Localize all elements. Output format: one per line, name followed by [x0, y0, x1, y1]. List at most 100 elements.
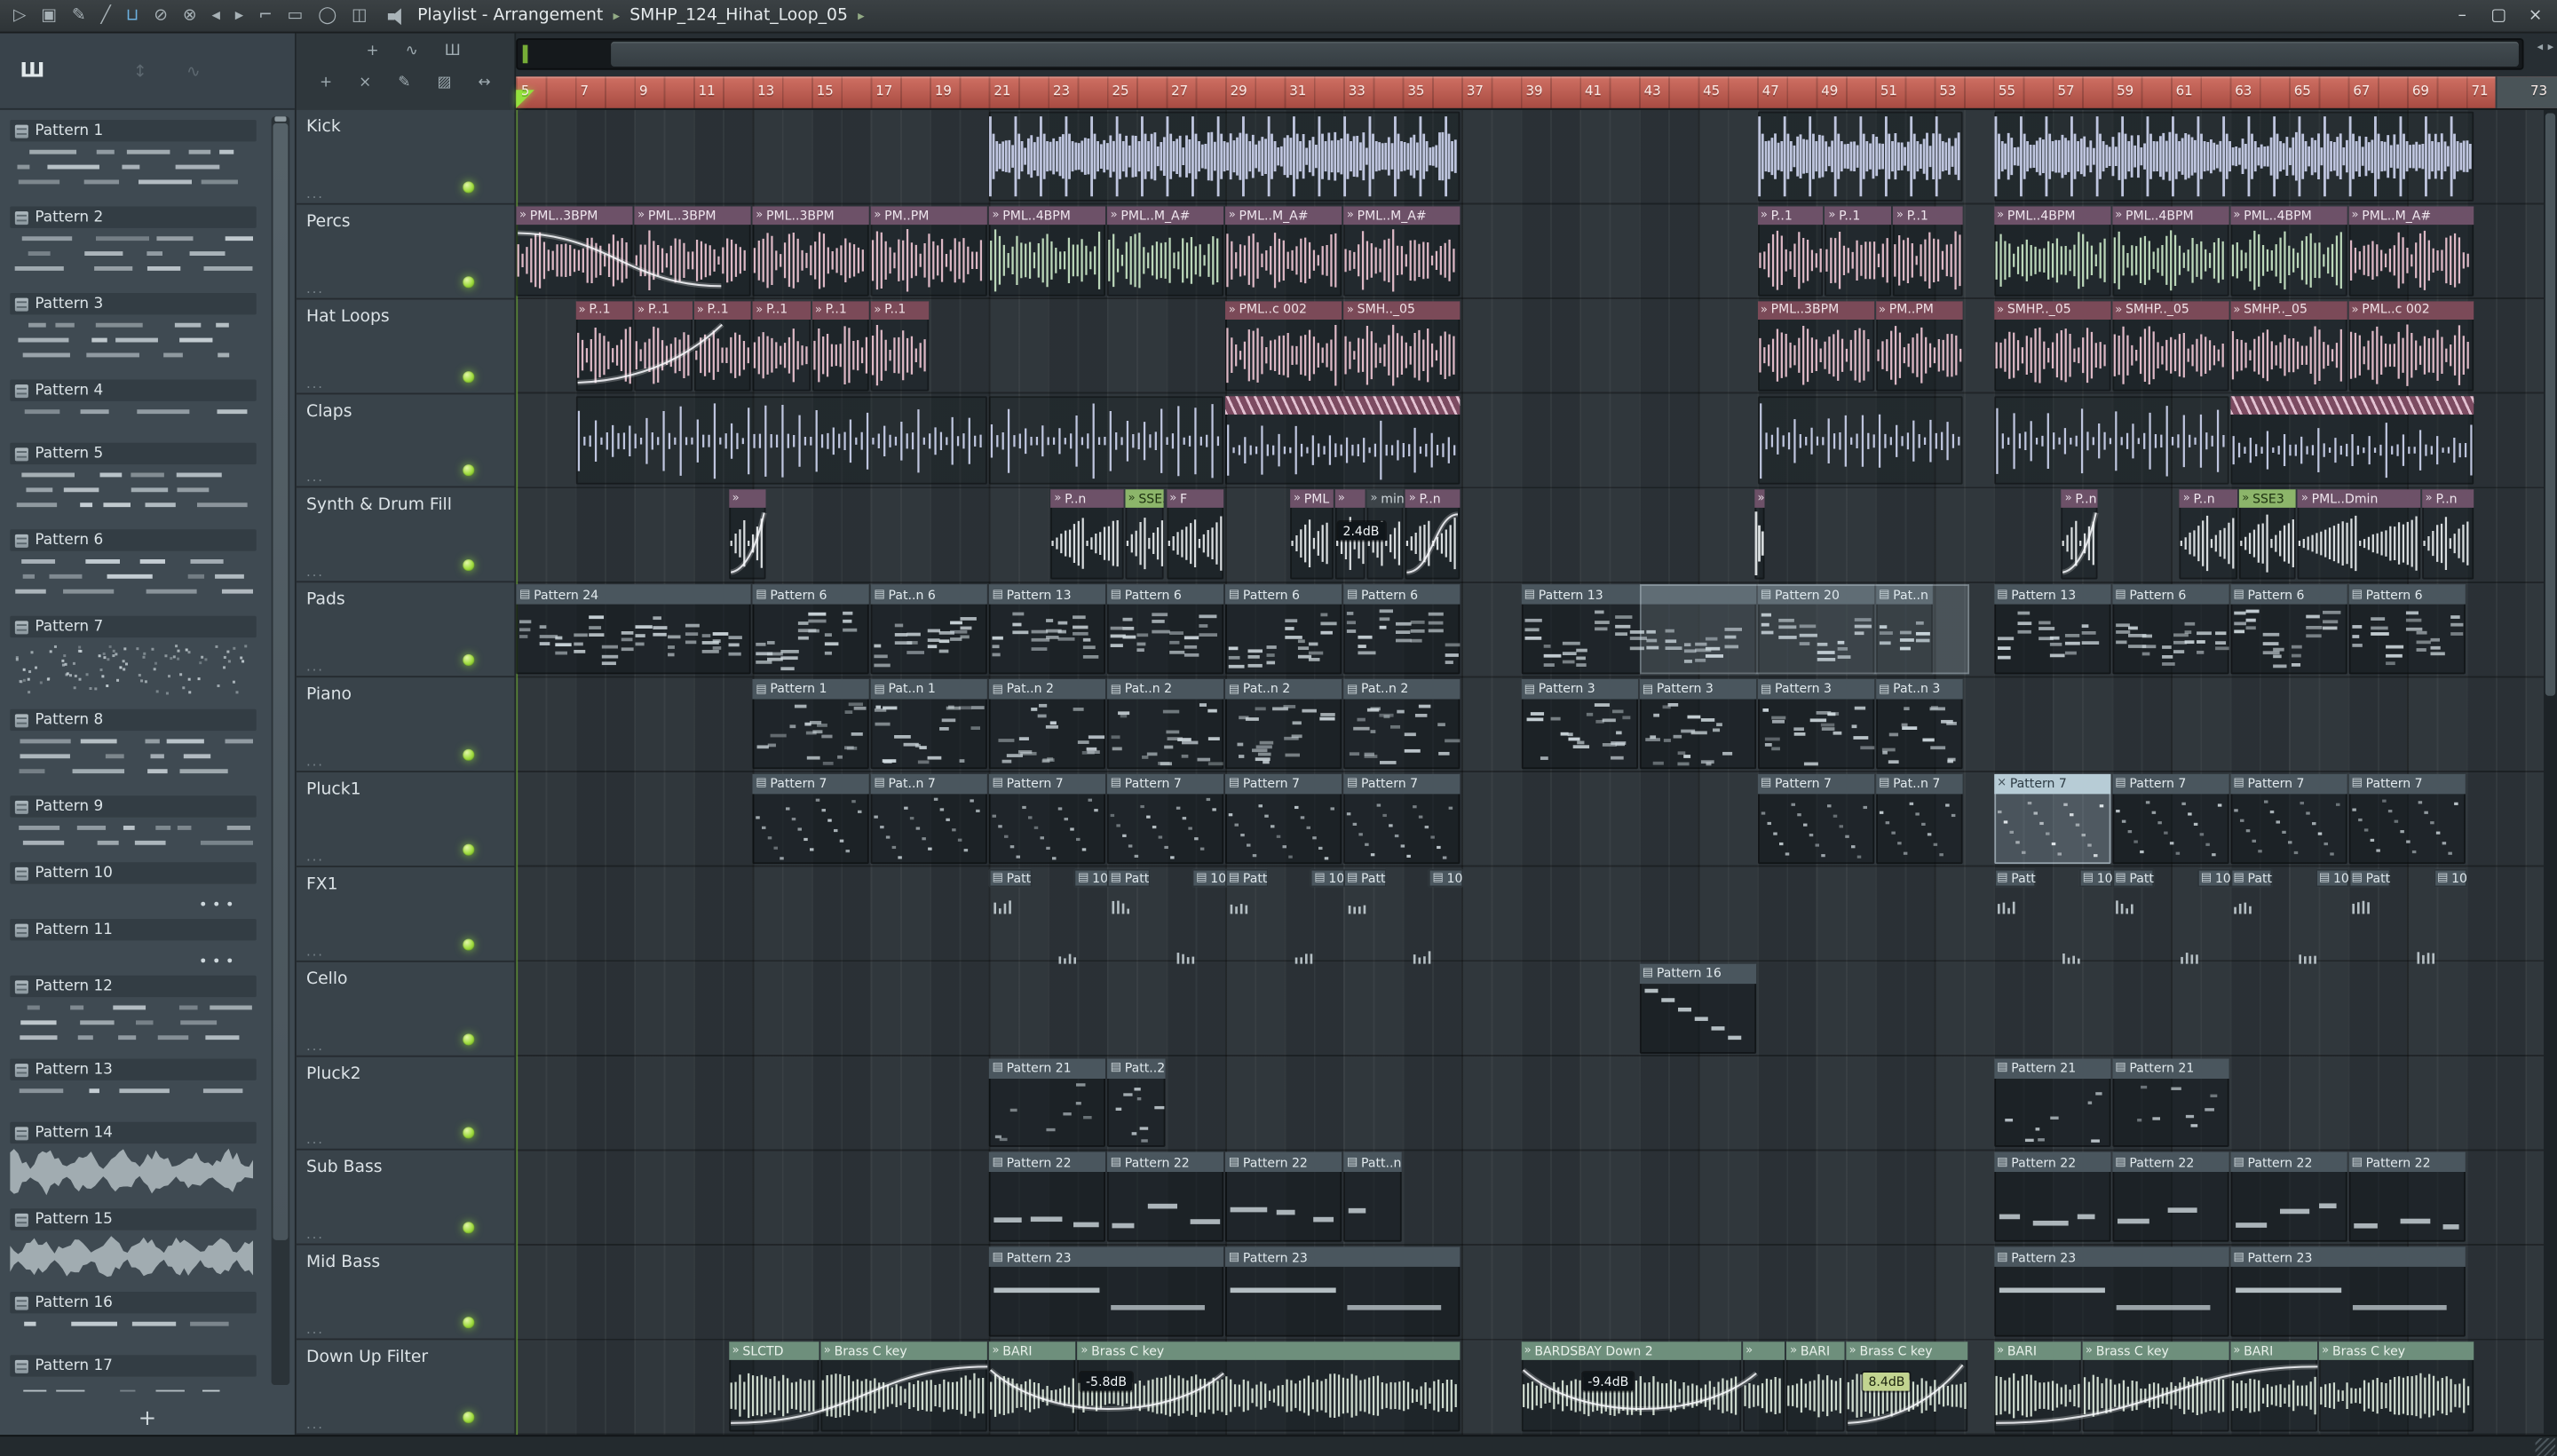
scrollbar-thumb[interactable] — [2545, 113, 2556, 696]
pattern-clip-pattern-7[interactable]: ▤ Pattern 7 — [752, 773, 869, 864]
pattern-clip-patt-21[interactable]: ▤Patt..21 — [1106, 1057, 1165, 1148]
overview-scrollbar[interactable] — [516, 38, 2524, 70]
pattern-clip-pattern-3[interactable]: ▤ Pattern 3 — [1638, 679, 1756, 770]
pattern-clip-10[interactable]: ▤ 10 — [1074, 868, 1109, 888]
vertical-scrollbar[interactable] — [2544, 109, 2557, 1436]
audio-clip-pml-4bpm[interactable]: » PML..4BPM — [1993, 206, 2110, 297]
pattern-length-icon[interactable]: Ш — [445, 44, 461, 60]
pattern-clip-10[interactable]: ▤ 10 — [2434, 868, 2468, 888]
track-enable-led[interactable] — [463, 559, 475, 572]
pattern-clip-pattern-22[interactable]: ▤ Pattern 22 — [1993, 1152, 2110, 1243]
pattern-clip-pattern-21[interactable]: ▤ Pattern 21 — [988, 1057, 1105, 1148]
audio-clip-pml-4bpm[interactable]: » PML..4BPM — [2229, 206, 2347, 297]
pattern-clip-pattern-6[interactable]: ▤ Pattern 6 — [2347, 584, 2465, 675]
audio-clip[interactable] — [988, 111, 1461, 202]
pattern-clip-pattern-23[interactable]: ▤ Pattern 23 — [2229, 1246, 2465, 1337]
pattern-clip-pat-n-7[interactable]: ▤ Pat..n 7 — [1875, 773, 1963, 864]
audio-clip-pml-m-a[interactable]: » PML..M_A# — [1343, 206, 1461, 297]
sort-icon[interactable]: ↕ — [133, 63, 147, 82]
meter-icon[interactable]: ◫ — [352, 7, 368, 24]
audio-clip-brass-c-key[interactable]: » Brass C key -5.8dB — [1077, 1341, 1461, 1432]
track-header-fx1[interactable]: FX1... — [296, 867, 515, 962]
track-enable-led[interactable] — [463, 275, 475, 288]
audio-clip-pml-m-a[interactable]: » PML..M_A# — [1225, 206, 1342, 297]
pattern-list-scrollbar[interactable] — [271, 116, 290, 1385]
pattern-clip-pattern-7[interactable]: ▤ Pattern 7 — [2229, 773, 2347, 864]
track-header-hat-loops[interactable]: Hat Loops... — [296, 299, 515, 394]
pattern-clip-pattern-7[interactable]: ▤ Pattern 7 — [1343, 773, 1461, 864]
track-options[interactable]: ... — [306, 281, 324, 296]
track-options[interactable]: ... — [306, 471, 324, 486]
magnet-icon[interactable]: ⊔ — [126, 7, 139, 24]
audio-clip-smhp-05[interactable]: » SMHP.._05 — [2229, 300, 2347, 391]
track-header-down-up-filter[interactable]: Down Up Filter... — [296, 1341, 515, 1436]
slip-tool-icon[interactable]: ↔ — [478, 75, 490, 91]
mute-icon[interactable]: ⊗ — [183, 7, 197, 24]
audio-clip[interactable] — [1993, 111, 2474, 202]
track-header-pluck2[interactable]: Pluck2... — [296, 1056, 515, 1151]
pattern-list-item-11[interactable]: Pattern 11 — [7, 915, 260, 967]
audio-clip-pml[interactable]: » PML — [1290, 490, 1334, 580]
pattern-list-item-14[interactable]: Pattern 14 — [7, 1119, 260, 1200]
audio-clip-pml-3bpm[interactable]: » PML..3BPM — [634, 206, 751, 297]
track-enable-led[interactable] — [463, 370, 475, 383]
audio-clip-p-1[interactable]: » P..1 — [752, 300, 811, 391]
audio-clip-sse3[interactable]: »SSE3 — [1124, 490, 1165, 580]
track-options[interactable]: ... — [306, 1322, 324, 1337]
audio-clip[interactable] — [1993, 395, 2228, 486]
audio-clip-p-n[interactable]: » P..n — [2061, 490, 2100, 580]
audio-clip-p-1[interactable]: » P..1 — [870, 300, 929, 391]
pattern-clip-pat-n-2[interactable]: ▤ Pat..n 2 — [1106, 679, 1224, 770]
audio-clip-brass-c-key[interactable]: » Brass C key — [2082, 1341, 2228, 1432]
playlist-grid[interactable]: » PML..3BPM» PML..3BPM» PML..3BPM» PM..PM» PM… — [516, 109, 2557, 1436]
close-button[interactable]: × — [2517, 7, 2553, 26]
audio-clip-bari[interactable]: » BARI — [1786, 1341, 1845, 1432]
audio-clip-p-1[interactable]: » P..1 — [634, 300, 693, 391]
track-header-piano[interactable]: Piano... — [296, 677, 515, 772]
audio-clip-pml-3bpm[interactable]: » PML..3BPM — [516, 206, 633, 297]
pattern-list-item-2[interactable]: Pattern 2 — [7, 203, 266, 285]
track-enable-led[interactable] — [463, 1317, 475, 1329]
audio-clip-pm-pm[interactable]: » PM..PM — [870, 206, 987, 297]
window-icon[interactable]: ▣ — [41, 7, 57, 24]
track-header-pads[interactable]: Pads... — [296, 583, 515, 678]
pattern-list-item-4[interactable]: Pattern 4 — [7, 376, 260, 435]
pattern-clip-pattern-3[interactable]: ▤ Pattern 3 — [1757, 679, 1876, 770]
audio-clip-pml-dmin[interactable]: » PML..Dmin — [2298, 490, 2420, 580]
pattern-list-item-15[interactable]: Pattern 15 — [7, 1206, 260, 1284]
audio-clip-smhp-05[interactable]: » SMHP.._05 — [1993, 300, 2110, 391]
pattern-list-item-3[interactable]: Pattern 3 — [7, 289, 260, 371]
pattern-clip-pattern-24[interactable]: ▤ Pattern 24 — [516, 584, 751, 675]
pattern-clip-pattern-7[interactable]: × Pattern 7 — [1993, 773, 2110, 864]
audio-clip-bari[interactable]: » BARI — [988, 1341, 1076, 1432]
audio-clip-pml-c-002[interactable]: » PML..c 002 — [1225, 300, 1342, 391]
audio-clip-pm-pm[interactable]: » PM..PM — [1875, 300, 1963, 391]
audio-clip-slctd[interactable]: » SLCTD — [728, 1341, 819, 1432]
pattern-clip-pattern-6[interactable]: ▤ Pattern 6 — [1225, 584, 1342, 675]
pattern-clip-10[interactable]: ▤ 10 — [1429, 868, 1463, 888]
audio-clip-p-1[interactable]: » P..1 — [1893, 206, 1963, 297]
track-enable-led[interactable] — [463, 938, 475, 951]
audio-clip-bari[interactable]: » BARI — [2229, 1341, 2317, 1432]
track-options[interactable]: ... — [306, 754, 324, 769]
track-enable-led[interactable] — [463, 843, 475, 856]
audio-clip-p-1[interactable]: » P..1 — [574, 300, 633, 391]
pattern-clip-pattern-6[interactable]: ▤ Pattern 6 — [2229, 584, 2347, 675]
pattern-clip-patt[interactable]: ▤ Patt — [1225, 868, 1269, 888]
pattern-clip-pat-n-6[interactable]: ▤ Pat..n 6 — [870, 584, 987, 675]
audio-clip[interactable]: » — [1753, 490, 1765, 580]
pattern-clip-pat-n-7[interactable]: ▤ Pat..n 7 — [870, 773, 987, 864]
audio-clip[interactable] — [1757, 111, 1963, 202]
slide-tool-icon[interactable]: ∿ — [406, 44, 418, 60]
audio-clip-bardsbay-down-2[interactable]: » BARDSBAY Down 2 -9.4dB — [1520, 1341, 1741, 1432]
track-options[interactable]: ... — [306, 565, 324, 580]
audio-clip-p-n[interactable]: » P..n — [2421, 490, 2474, 580]
track-options[interactable]: ... — [306, 1417, 324, 1432]
pattern-list-item-7[interactable]: Pattern 7 — [7, 613, 260, 700]
pattern-clip-pattern-6[interactable]: ▤ Pattern 6 — [1343, 584, 1461, 675]
track-header-percs[interactable]: Percs... — [296, 204, 515, 299]
pattern-clip-pattern-1[interactable]: ▤ Pattern 1 — [752, 679, 869, 770]
pattern-clip-pattern-13[interactable]: ▤ Pattern 13 — [1993, 584, 2110, 675]
pattern-clip-10[interactable]: ▤ 10 — [2197, 868, 2231, 888]
audio-clip[interactable]: » — [728, 490, 767, 580]
